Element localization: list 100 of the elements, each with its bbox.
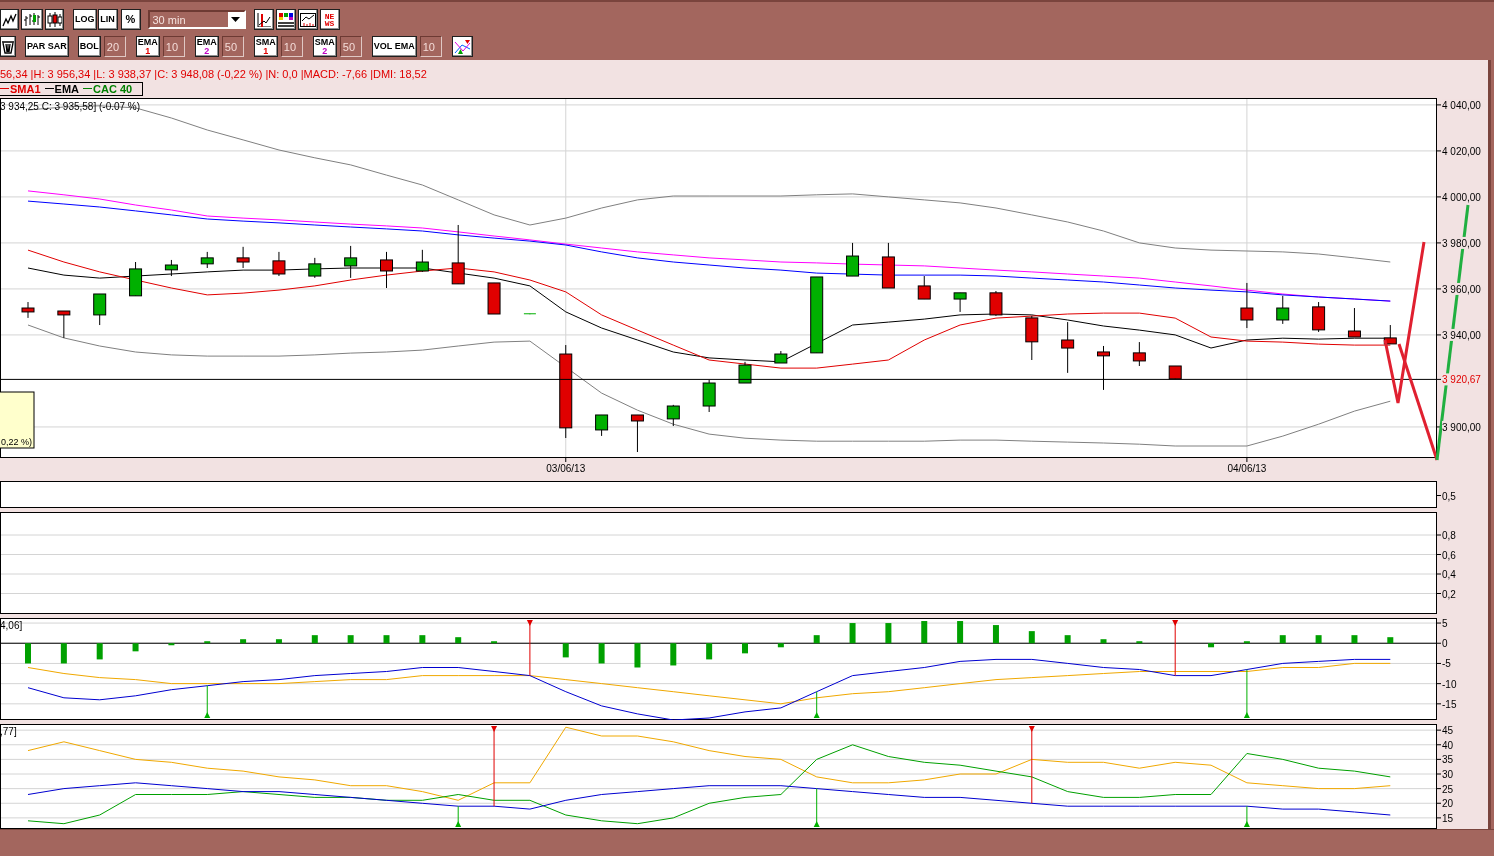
period-field[interactable]: 20: [103, 36, 126, 57]
line-chart-icon: [2, 12, 17, 27]
candlestick: [989, 290, 1003, 317]
histogram-bar: [132, 643, 139, 652]
histogram-bar: [1208, 643, 1215, 648]
histogram-bar: [634, 643, 641, 668]
candlestick: [1132, 341, 1146, 367]
period-field[interactable]: 50: [221, 36, 244, 57]
indicator-button[interactable]: PAR SAR: [25, 36, 69, 57]
tool-button[interactable]: [275, 9, 296, 30]
legend-label: EMA: [54, 82, 79, 95]
tool-button[interactable]: [253, 9, 274, 30]
period-field[interactable]: 10: [419, 36, 442, 57]
candlestick: [1383, 324, 1397, 345]
histogram-bar: [1243, 641, 1250, 644]
candlestick: [344, 245, 358, 279]
indicator-button[interactable]: SMA 2: [312, 36, 337, 57]
histogram-bar: [60, 643, 67, 664]
candlestick: [881, 242, 895, 289]
histogram-bar: [957, 620, 964, 644]
histogram-bar: [455, 637, 462, 644]
period-field[interactable]: 50: [339, 36, 362, 57]
candlestick: [1025, 315, 1039, 361]
period-dropdown[interactable]: 30 min: [147, 10, 246, 29]
histogram-bar: [491, 641, 498, 644]
tool-button[interactable]: [297, 9, 318, 30]
histogram-bar: [168, 643, 175, 646]
axis-tick-label: 0,5: [1442, 490, 1456, 502]
candlestick: [164, 259, 178, 277]
histogram-bar: [1100, 639, 1107, 644]
candlestick: [451, 224, 465, 285]
candlestick: [1276, 295, 1290, 325]
axis-tick-label: 4 000,00: [1442, 191, 1481, 203]
candlestick: [917, 275, 931, 300]
candlestick: [487, 282, 501, 315]
axis-tick-label: 5: [1442, 618, 1448, 629]
histogram-bar: [562, 643, 569, 658]
candlestick: [523, 313, 537, 315]
delete-button[interactable]: [0, 36, 16, 57]
candlestick-icon: [47, 12, 62, 27]
price-caption: 3 934,25 C: 3 935,58] (-0.07 %): [0, 100, 141, 112]
axis-tick-label: -10: [1442, 678, 1457, 690]
tooltip: 0,22 %): [0, 391, 35, 449]
indicator-button[interactable]: VOL EMA: [371, 36, 417, 57]
axis-tick-label: 30: [1442, 768, 1454, 780]
panel-caption: 4,06]: [0, 619, 23, 631]
histogram-bar: [1351, 635, 1358, 644]
candlestick: [415, 249, 429, 273]
indicator-button[interactable]: BOL: [77, 36, 101, 57]
indicator-button[interactable]: EMA 2: [194, 36, 219, 57]
axis-tick-label: 0,4: [1442, 568, 1456, 580]
histogram-bar: [240, 639, 247, 644]
chart-cursor-icon: [256, 12, 271, 27]
histogram-bar: [885, 623, 892, 644]
panel-caption: ,77]: [0, 725, 17, 737]
histogram-bar: [1136, 641, 1143, 644]
axis-tick-label: 3 980,00: [1442, 237, 1481, 249]
candlestick: [1061, 321, 1075, 374]
chart-type-button[interactable]: [0, 9, 19, 30]
legend-label: CAC 40: [93, 82, 133, 95]
indicator-button[interactable]: SMA 1: [253, 36, 278, 57]
histogram-bar: [598, 643, 605, 664]
histogram-bar: [1387, 637, 1394, 644]
histogram-bar: [311, 635, 318, 644]
candlestick: [846, 242, 860, 277]
indicator-button[interactable]: EMA 1: [135, 36, 160, 57]
histogram-bar: [777, 643, 784, 648]
histogram-bar: [706, 643, 713, 660]
axis-tick-label: 3 940,00: [1442, 329, 1481, 341]
histogram-bar: [275, 639, 282, 644]
axis-tick-label: -15: [1442, 698, 1457, 710]
news-label: NEWS: [324, 12, 335, 27]
chart-type-button[interactable]: [45, 9, 64, 30]
histogram-bar: [25, 643, 31, 664]
signals-button[interactable]: [451, 36, 473, 57]
axis-tick-label: 4 020,00: [1442, 145, 1481, 157]
histogram-bar: [921, 620, 928, 644]
axis-tick-label: 45: [1442, 725, 1454, 737]
candlestick: [21, 301, 35, 319]
axis-tick-label: 40: [1442, 739, 1454, 751]
histogram-bar: [670, 643, 677, 666]
candlestick: [380, 251, 393, 289]
histogram-bar: [1315, 635, 1322, 644]
candlestick: [666, 404, 680, 427]
period-field[interactable]: 10: [162, 36, 185, 57]
axis-tick-label: 3 900,00: [1442, 421, 1481, 433]
caret-icon: [231, 17, 240, 22]
legend-label: SMA1: [10, 82, 41, 95]
histogram-bar: [992, 625, 999, 644]
candlestick: [57, 310, 71, 339]
period-field[interactable]: 10: [280, 36, 303, 57]
candlestick: [1240, 282, 1254, 329]
chart-type-button[interactable]: [21, 9, 43, 30]
scale-button[interactable]: LOG: [73, 9, 97, 30]
axis-tick-label: 0,6: [1442, 549, 1456, 561]
scale-button[interactable]: LIN: [97, 9, 118, 30]
tool-button[interactable]: NEWS: [319, 9, 340, 30]
scale-button[interactable]: %: [120, 9, 141, 30]
histogram-bar: [813, 635, 820, 644]
candlestick: [236, 246, 250, 269]
